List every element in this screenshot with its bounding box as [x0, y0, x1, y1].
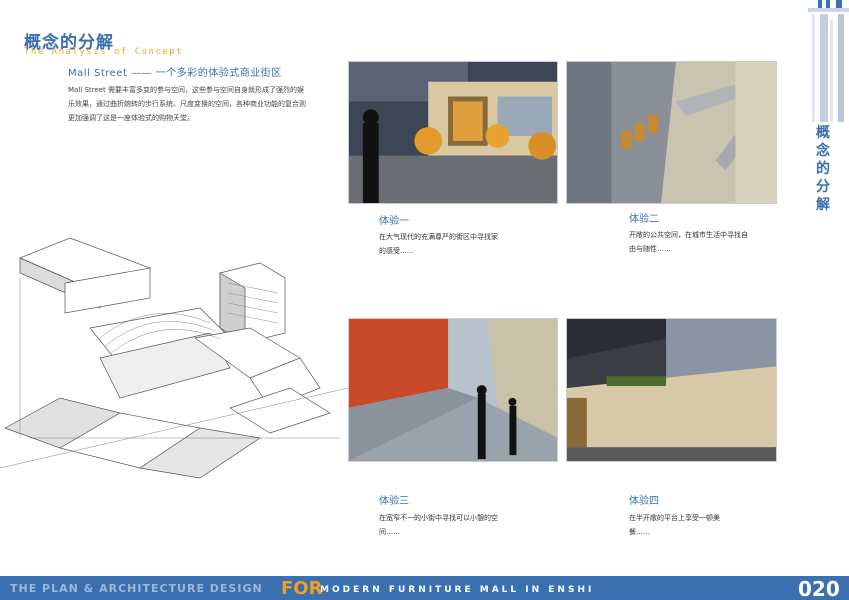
side-vertical-title: 概念的分解 [816, 125, 830, 213]
footer-left-text: THE PLAN & ARCHITECTURE DESIGN [10, 582, 263, 595]
experience-4-image [566, 318, 777, 462]
experience-4-title: 体验四 [629, 496, 659, 507]
experience-1-title: 体验一 [379, 216, 409, 227]
side-decorative-strip [808, 0, 849, 122]
experience-3-text: 在宽窄不一的小街中寻找可以小憩的空间…… [379, 514, 498, 536]
experience-3-image [348, 318, 558, 462]
section-subtitle: Mall Street —— 一个多彩的体验式商业街区 [68, 68, 282, 79]
page-title-english: The Analysis of Concept [24, 47, 184, 57]
experience-2-title: 体验二 [629, 214, 659, 225]
experience-1-image [348, 61, 558, 204]
footer-for-text: FOR [281, 578, 323, 599]
experience-2-image [566, 61, 777, 204]
experience-3-title: 体验三 [379, 496, 409, 507]
page-number: 020 [798, 577, 840, 600]
axonometric-sketch [0, 238, 348, 479]
intro-paragraph: Mall Street 需要丰富多变的参与空间，这些参与空间自身就形成了强烈的娱… [68, 86, 306, 122]
experience-4-text: 在半开敞的平台上享受一顿美餐…… [629, 514, 720, 536]
footer-right-text: MODERN FURNITURE MALL IN ENSHI [320, 585, 595, 595]
experience-1-text: 在大气现代的充满尊严的街区中寻找家的感受...... [379, 233, 498, 255]
experience-2-text: 开敞的公共空间，在城市生活中寻找自由与随性…… [629, 231, 748, 253]
